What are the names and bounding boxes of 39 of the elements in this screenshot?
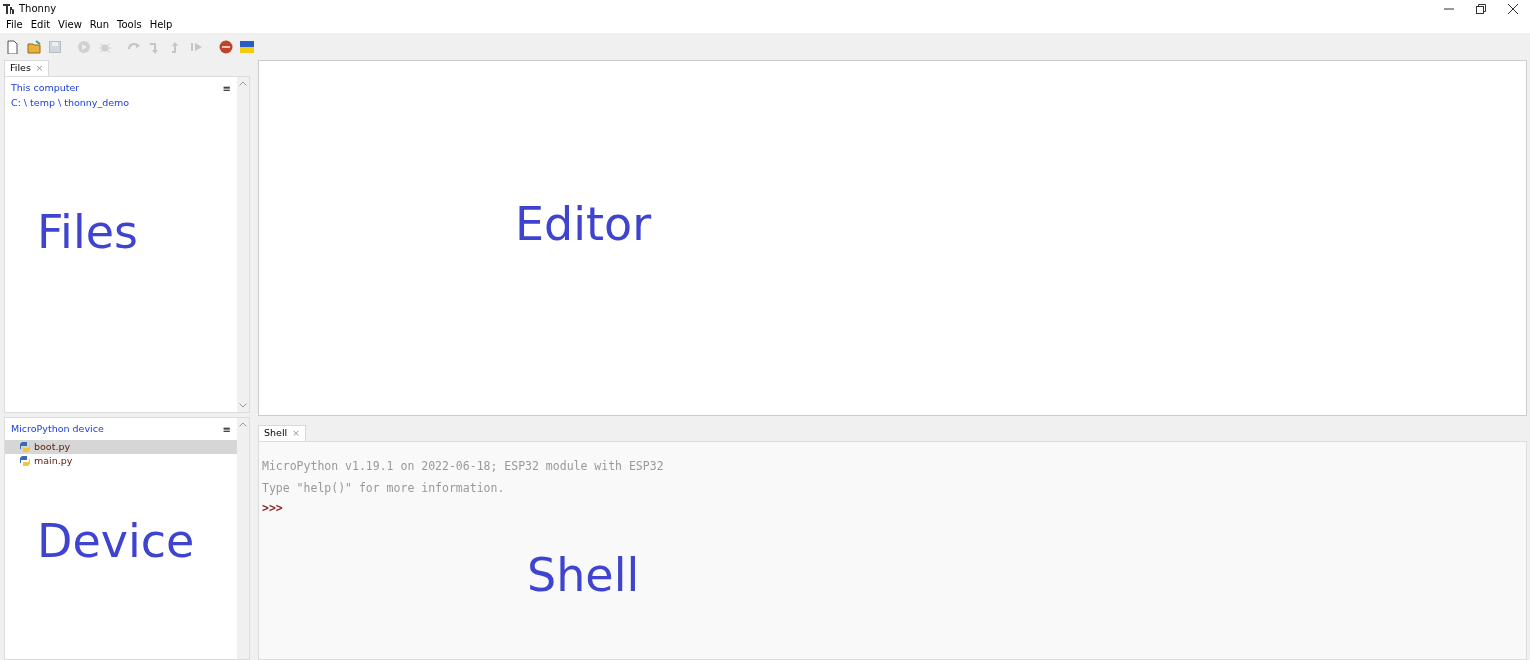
panel-menu-icon[interactable]: ≡ bbox=[222, 81, 231, 96]
annotation-label: Shell bbox=[527, 551, 640, 598]
file-row[interactable]: boot.py bbox=[5, 440, 237, 454]
menu-item[interactable]: Help bbox=[145, 17, 177, 33]
scroll-up-icon[interactable] bbox=[239, 81, 247, 86]
folder-icon[interactable] bbox=[27, 39, 41, 54]
scrollbar[interactable] bbox=[237, 418, 249, 659]
file-name: main.py bbox=[34, 453, 73, 468]
file-row[interactable]: main.py bbox=[5, 454, 237, 468]
annotation-label: Device bbox=[37, 518, 195, 564]
menu-item[interactable]: File bbox=[2, 17, 27, 33]
restore-icon[interactable] bbox=[1476, 3, 1486, 14]
python-file-icon bbox=[19, 455, 31, 467]
menu-item[interactable]: Tools bbox=[113, 17, 146, 33]
menu-item[interactable]: Run bbox=[85, 17, 114, 33]
app-logo-icon bbox=[3, 3, 15, 14]
annotation-label: Editor bbox=[515, 201, 652, 247]
menu-item[interactable]: Edit bbox=[26, 17, 55, 33]
output-line: Type "help()" for more information. bbox=[262, 479, 506, 497]
path-link[interactable]: C: \ temp \ thonny_demo bbox=[11, 96, 231, 111]
python-file-icon bbox=[19, 441, 31, 453]
panel-title: MicroPython device bbox=[11, 422, 104, 436]
output-line: MicroPython v1.19.1 on 2022-06-18; ESP32 module with ESP32 bbox=[262, 457, 665, 475]
document-icon[interactable] bbox=[6, 39, 20, 54]
location-label: This computer bbox=[11, 81, 80, 95]
panel-menu-icon[interactable]: ≡ bbox=[222, 422, 231, 437]
scrollbar[interactable] bbox=[237, 77, 249, 412]
shell-tab[interactable]: Shell × bbox=[258, 424, 306, 441]
window-title: Thonny bbox=[19, 2, 57, 16]
scroll-down-icon[interactable] bbox=[239, 403, 247, 408]
stop-sign-icon[interactable] bbox=[219, 39, 233, 54]
file-name: boot.py bbox=[34, 439, 71, 454]
menu-item[interactable]: View bbox=[54, 17, 86, 33]
annotation-label: Files bbox=[37, 209, 138, 255]
close-icon[interactable] bbox=[1508, 3, 1518, 14]
prompt-text: >>> bbox=[262, 499, 283, 517]
flag-icon[interactable] bbox=[240, 39, 254, 54]
files-tab[interactable]: Files × bbox=[4, 60, 50, 76]
scroll-up-icon[interactable] bbox=[239, 422, 247, 427]
